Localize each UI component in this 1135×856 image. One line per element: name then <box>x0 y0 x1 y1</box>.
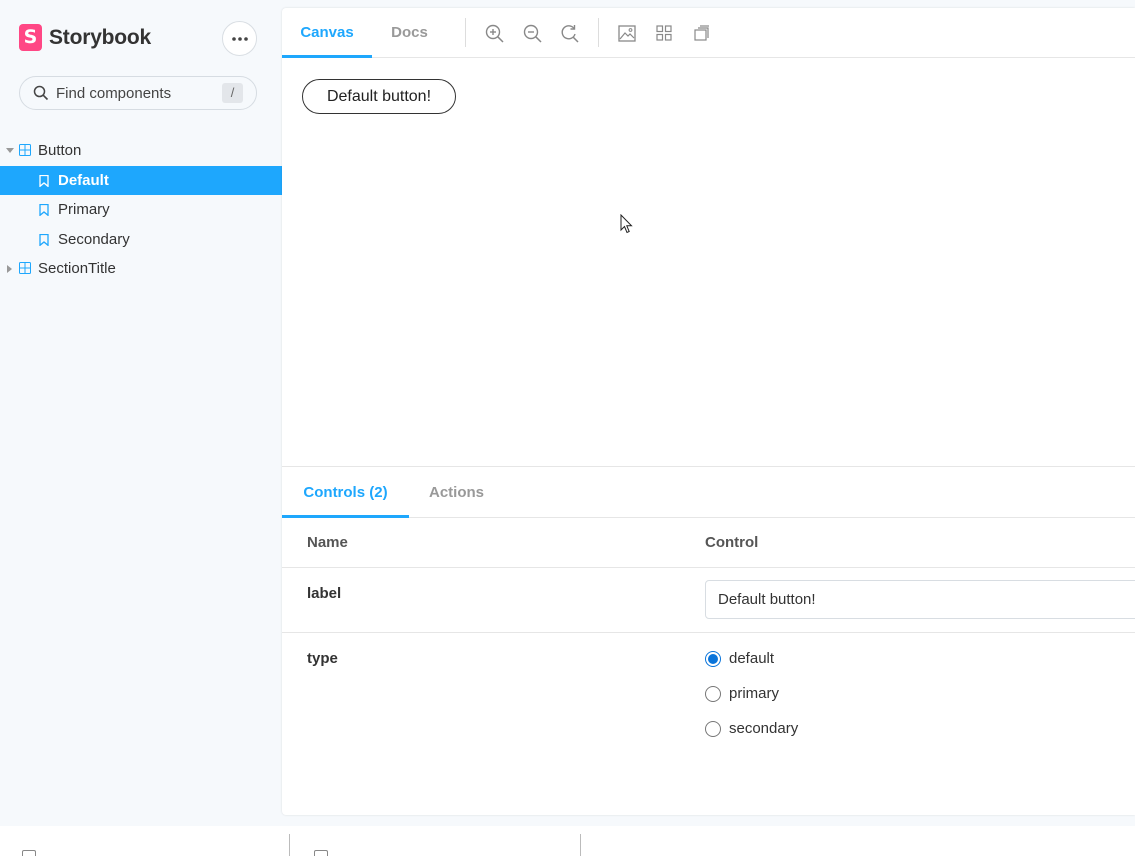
column-header-name: Name <box>307 534 348 551</box>
radio-button[interactable] <box>705 720 721 737</box>
sidebar-menu-button[interactable] <box>222 21 257 56</box>
search-shortcut-key: / <box>222 83 243 103</box>
radio-label: primary <box>729 685 780 702</box>
component-icon <box>19 262 31 274</box>
tab-controls[interactable]: Controls (2) <box>282 467 409 518</box>
label-text-input[interactable] <box>705 580 1135 619</box>
component-icon <box>19 144 31 156</box>
radio-option-default[interactable]: default <box>705 650 774 667</box>
column-header-control: Control <box>705 534 759 551</box>
story-canvas: Default button! <box>282 58 1135 466</box>
radio-option-secondary[interactable]: secondary <box>705 720 798 737</box>
radio-button[interactable] <box>705 685 721 702</box>
taskbar-divider <box>289 834 290 856</box>
radio-option-primary[interactable]: primary <box>705 685 779 702</box>
addons-panel: Controls (2) Actions Name Control label … <box>282 466 1135 815</box>
tree-item-label: SectionTitle <box>38 260 116 278</box>
search-input[interactable] <box>56 84 206 102</box>
document-icon <box>22 850 36 856</box>
radio-label: secondary <box>729 720 799 737</box>
controls-table: Name Control label type default primary <box>282 518 1135 763</box>
toolbar-divider <box>465 18 466 47</box>
search-icon <box>32 84 50 102</box>
toolbar: Canvas Docs <box>282 8 1135 58</box>
tab-actions[interactable]: Actions <box>409 467 504 518</box>
control-name: label <box>307 585 342 602</box>
tree-item-primary[interactable]: Primary <box>0 195 282 225</box>
controls-header-row: Name Control <box>282 518 1135 568</box>
mouse-cursor-icon <box>620 214 633 234</box>
control-row-label: label <box>282 568 1135 633</box>
addon-tabs: Controls (2) Actions <box>282 467 1135 518</box>
brand-name: Storybook <box>49 25 152 49</box>
default-button[interactable]: Default button! <box>302 79 456 114</box>
storybook-app: S Storybook / Button Default <box>0 0 1135 856</box>
ellipsis-icon <box>231 36 248 41</box>
tree-item-sectiontitle[interactable]: SectionTitle <box>0 254 282 284</box>
tree-item-label: Primary <box>58 201 110 219</box>
measure-icon[interactable] <box>692 23 712 43</box>
bookmark-icon <box>39 233 49 246</box>
component-tree: Button Default Primary Secondary Section… <box>0 136 282 284</box>
bookmark-icon <box>39 174 49 187</box>
sidebar: S Storybook / Button Default <box>0 0 282 826</box>
toolbar-divider <box>598 18 599 47</box>
zoom-reset-icon[interactable] <box>559 23 579 43</box>
grid-icon[interactable] <box>654 23 674 43</box>
brand[interactable]: S Storybook <box>19 24 151 51</box>
search-box: / <box>19 76 257 110</box>
control-name: type <box>307 650 338 667</box>
taskbar-strip <box>0 826 1135 856</box>
tab-canvas[interactable]: Canvas <box>282 8 372 58</box>
tree-item-button[interactable]: Button <box>0 136 282 166</box>
tab-docs[interactable]: Docs <box>372 8 447 58</box>
bookmark-icon <box>39 204 49 216</box>
document-icon <box>314 850 328 856</box>
zoom-in-icon[interactable] <box>484 23 504 43</box>
tree-item-secondary[interactable]: Secondary <box>0 225 282 255</box>
storybook-logo-icon: S <box>19 24 42 51</box>
tree-item-default[interactable]: Default <box>0 165 282 195</box>
taskbar-divider <box>580 834 581 856</box>
tree-item-label: Secondary <box>58 230 130 248</box>
tree-item-label: Default <box>58 171 109 189</box>
zoom-out-icon[interactable] <box>522 23 542 43</box>
tree-item-label: Button <box>38 142 82 160</box>
chevron-right-icon[interactable] <box>7 265 12 273</box>
main-panel: Canvas Docs Default button! Controls (2)… <box>282 8 1135 815</box>
radio-label: default <box>729 650 775 667</box>
background-icon[interactable] <box>617 23 637 43</box>
chevron-down-icon[interactable] <box>6 148 14 153</box>
radio-button[interactable] <box>705 650 721 667</box>
control-row-type: type default primary secondary <box>282 633 1135 763</box>
